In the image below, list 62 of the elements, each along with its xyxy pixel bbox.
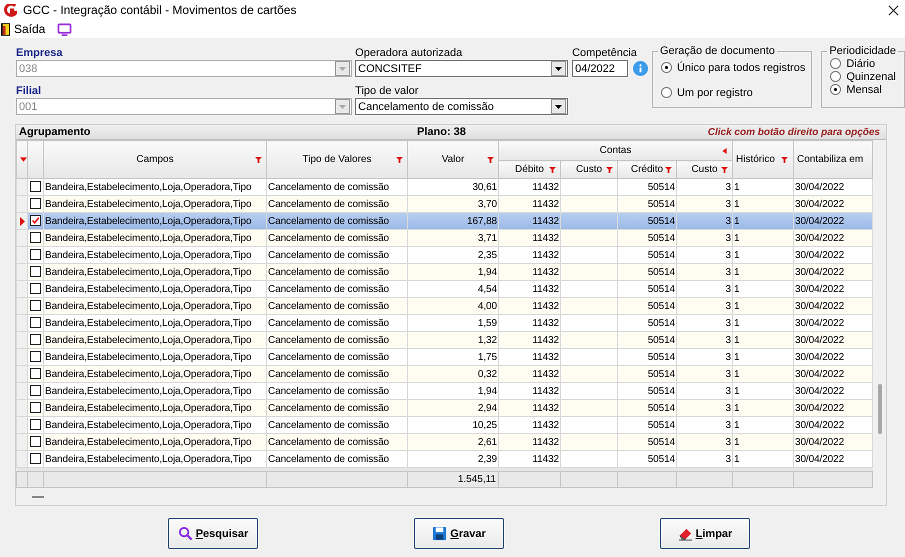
- row-checkbox[interactable]: [30, 436, 41, 448]
- row-checkbox[interactable]: [30, 283, 41, 294]
- search-button[interactable]: Pesquisar: [168, 518, 258, 549]
- row-checkbox[interactable]: [30, 198, 41, 210]
- period-input[interactable]: 04/2022: [572, 60, 628, 77]
- row-checkbox[interactable]: [30, 300, 41, 312]
- header-cell: Crédito: [618, 160, 676, 178]
- door-icon: [1, 22, 10, 36]
- radio-option[interactable]: Mensal: [830, 83, 898, 96]
- total-cell: 1.545,11: [408, 472, 498, 488]
- current-row-icon: [20, 216, 24, 226]
- row-checkbox[interactable]: [30, 385, 41, 396]
- header-cell: Histórico: [732, 140, 794, 178]
- row-checkbox[interactable]: [30, 249, 41, 260]
- info-icon[interactable]: [633, 61, 648, 76]
- period-label: Competência: [572, 47, 638, 60]
- app-logo-icon: [4, 4, 17, 16]
- branch-label: Filial: [16, 85, 42, 98]
- operator-label: Operadora autorizada: [355, 47, 464, 60]
- row-checkbox[interactable]: [30, 419, 41, 430]
- exit-button[interactable]: Saída: [1, 22, 46, 36]
- row-checkbox[interactable]: [30, 181, 41, 192]
- company-label: Empresa: [16, 47, 64, 60]
- caret-icon[interactable]: [555, 66, 562, 70]
- save-button[interactable]: Gravar: [414, 518, 504, 549]
- value-type-dropdown[interactable]: Cancelamento de comissão: [355, 98, 568, 115]
- row-checkbox[interactable]: [30, 334, 41, 346]
- header-cell: Contas: [498, 140, 732, 160]
- header-cell: Contabiliza em: [794, 140, 872, 178]
- row-checkbox[interactable]: [30, 232, 41, 244]
- plan-label: Plano: 38: [417, 126, 467, 138]
- row-checkbox[interactable]: [30, 317, 41, 328]
- collapse-icon[interactable]: [721, 148, 728, 154]
- row-checkbox[interactable]: [30, 368, 41, 380]
- group-title: Periodicidade: [828, 45, 897, 57]
- grouping-title: Agrupamento: [19, 126, 92, 138]
- close-icon[interactable]: [888, 4, 899, 16]
- row-checkbox[interactable]: [30, 453, 41, 464]
- header-cell: Valor: [408, 140, 498, 178]
- header-cell: Débito: [498, 160, 560, 178]
- monitor-icon[interactable]: [57, 22, 72, 36]
- value-type-label: Tipo de valor: [355, 85, 420, 98]
- group-title: Geração de documento: [658, 45, 776, 57]
- radio-option[interactable]: Quinzenal: [830, 70, 898, 83]
- radio-option[interactable]: Diário: [830, 57, 898, 70]
- search-icon: [178, 526, 193, 541]
- row-checkbox[interactable]: [30, 215, 41, 226]
- operator-dropdown[interactable]: CONCSITEF: [355, 60, 568, 77]
- radio-option[interactable]: Único para todos registros: [660, 61, 806, 74]
- row-checkbox[interactable]: [30, 351, 41, 362]
- radio-option[interactable]: Um por registro: [660, 86, 806, 99]
- header-cell: Custo: [560, 160, 618, 178]
- window-title: GCC - Integração contábil - Movimentos de cartões: [23, 3, 298, 17]
- header-cell: Custo: [676, 160, 732, 178]
- header-cell: Campos: [44, 140, 266, 178]
- eraser-icon: [678, 526, 693, 541]
- row-checkbox[interactable]: [30, 266, 41, 278]
- hint-text: Click com botão direito para opções: [708, 126, 880, 138]
- caret-icon[interactable]: [555, 104, 562, 108]
- row-checkbox[interactable]: [30, 402, 41, 414]
- clear-button[interactable]: Limpar: [660, 518, 750, 549]
- header-cell: Tipo de Valores: [266, 140, 408, 178]
